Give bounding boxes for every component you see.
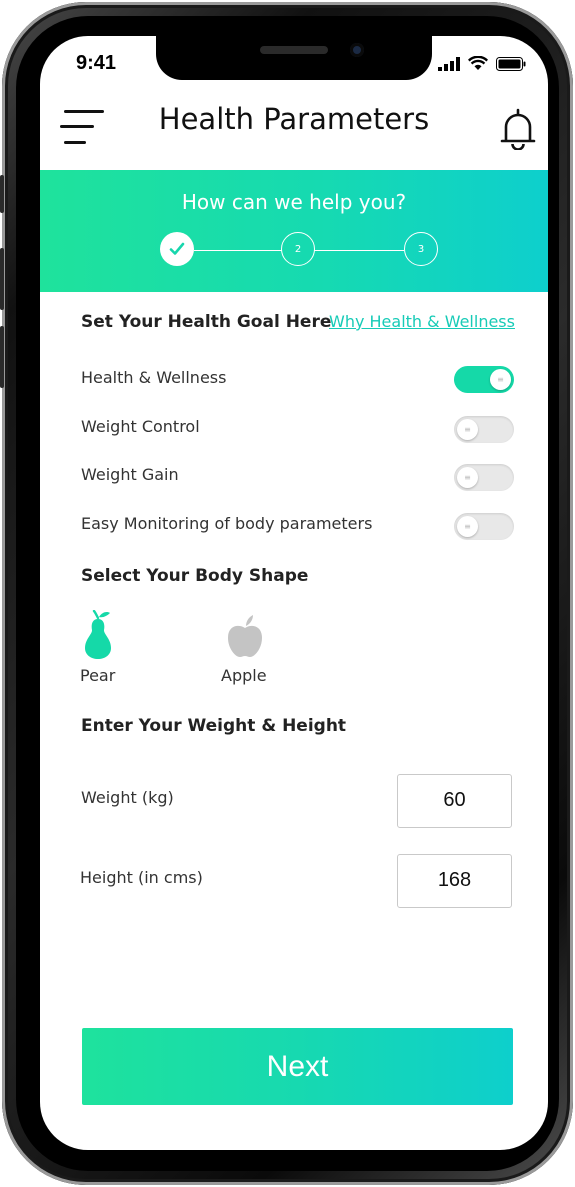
apple-label: Apple [221, 666, 267, 685]
apple-icon[interactable] [225, 614, 265, 658]
phone-screen: 9:41 Health Parameters How can we help y… [40, 36, 548, 1150]
step-1-indicator[interactable] [160, 232, 194, 266]
goal-label-health-wellness: Health & Wellness [81, 368, 227, 387]
toggle-knob: ≡ [457, 467, 478, 488]
step-3-indicator[interactable]: 3 [404, 232, 438, 266]
pear-icon[interactable] [82, 610, 114, 660]
bell-icon[interactable] [500, 108, 536, 150]
notch [156, 36, 432, 80]
side-button [0, 248, 4, 310]
goal-label-weight-gain: Weight Gain [81, 465, 179, 484]
toggle-knob: ≡ [457, 419, 478, 440]
signal-icon [438, 56, 460, 71]
measurements-heading: Enter Your Weight & Height [81, 716, 347, 736]
height-input[interactable]: 168 [397, 854, 512, 908]
pear-label: Pear [80, 666, 116, 685]
banner-title: How can we help you? [181, 190, 407, 214]
height-label: Height (in cms) [80, 868, 203, 887]
weight-input[interactable]: 60 [397, 774, 512, 828]
speaker [260, 46, 328, 54]
progress-banner: How can we help you? 2 3 [40, 170, 548, 292]
check-icon [169, 242, 185, 255]
toggle-weight-gain[interactable]: ≡ [454, 464, 514, 491]
toggle-easy-monitoring[interactable]: ≡ [454, 513, 514, 540]
goal-heading: Set Your Health Goal Here [81, 312, 332, 332]
side-button [0, 175, 4, 213]
next-button[interactable]: Next [82, 1028, 513, 1105]
step-2-indicator[interactable]: 2 [281, 232, 315, 266]
battery-icon [496, 56, 526, 71]
toggle-health-wellness[interactable]: ≡ [454, 366, 514, 393]
step-connector [314, 250, 404, 251]
side-button [0, 326, 4, 388]
goal-label-easy-monitoring: Easy Monitoring of body parameters [81, 514, 373, 533]
why-health-link[interactable]: Why Health & Wellness [329, 312, 515, 331]
weight-label: Weight (kg) [81, 788, 174, 807]
toggle-weight-control[interactable]: ≡ [454, 416, 514, 443]
goal-label-weight-control: Weight Control [81, 417, 200, 436]
toggle-knob: ≡ [490, 369, 511, 390]
wifi-icon [468, 56, 488, 70]
page-title: Health Parameters [158, 102, 430, 136]
body-shape-heading: Select Your Body Shape [81, 566, 309, 586]
status-time: 9:41 [76, 52, 117, 74]
status-icons [438, 56, 526, 71]
step-connector [194, 250, 282, 251]
toggle-knob: ≡ [457, 516, 478, 537]
camera [350, 43, 364, 57]
